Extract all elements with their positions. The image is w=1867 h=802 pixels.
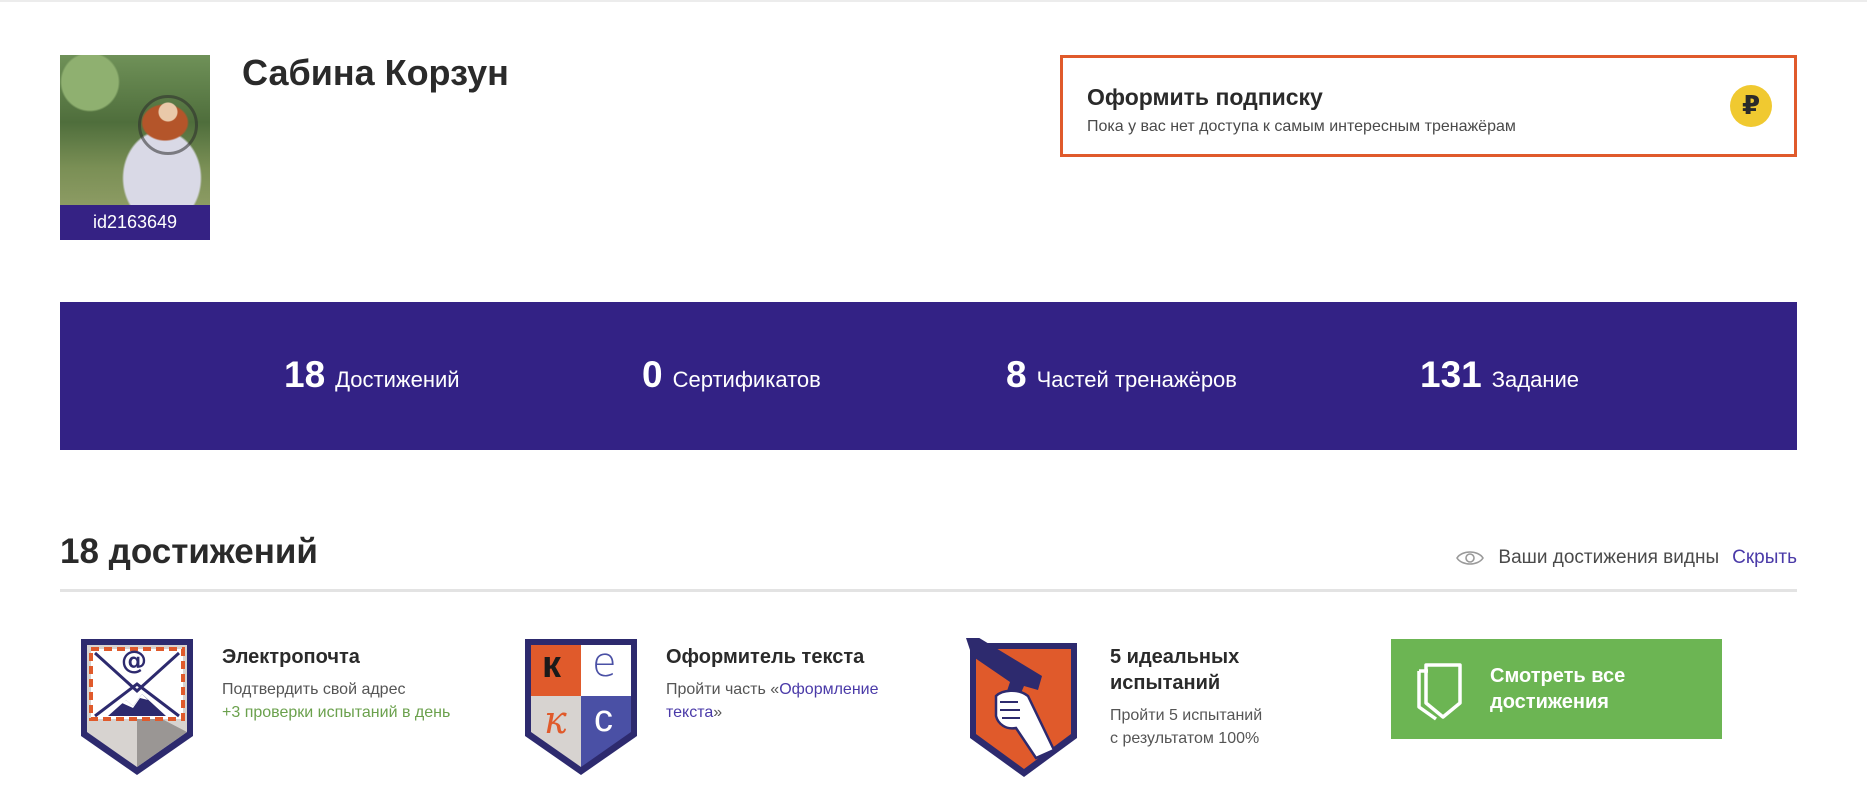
shield-badge-icon	[1417, 663, 1462, 721]
badge-letter: к	[542, 644, 562, 686]
hide-achievements-link[interactable]: Скрыть	[1732, 547, 1797, 569]
desc-prefix: Пройти часть «	[666, 681, 780, 698]
achievements-title: 18 достижений	[60, 532, 318, 571]
subscribe-description: Пока у вас нет доступа к самым интересны…	[1087, 118, 1516, 135]
avatar-photo	[60, 55, 210, 205]
stat-value: 131	[1420, 354, 1482, 395]
achievement-description: Пройти часть «Оформление текста»	[666, 678, 906, 724]
achievement-description: Пройти 5 испытаний с результатом 100%	[1110, 704, 1262, 750]
subscribe-title: Оформить подписку	[1087, 84, 1323, 110]
stat-label: Частей тренажёров	[1036, 367, 1237, 392]
see-all-achievements-button[interactable]: Смотреть все достижения	[1391, 639, 1722, 739]
see-all-line: Смотреть все	[1490, 665, 1626, 687]
stats-banner: 18 Достижений 0 Сертификатов 8 Частей трена…	[60, 302, 1797, 450]
achievement-bonus: +3 проверки испытаний в день	[222, 704, 451, 721]
achievement-name: 5 идеальных испытаний	[1110, 644, 1239, 696]
stat-value: 18	[284, 354, 326, 395]
achievement-name: Электропочта	[222, 646, 360, 668]
achievement-name: Оформитель текста	[666, 646, 865, 668]
stat-value: 0	[642, 354, 663, 395]
typography-kegs-badge-icon	[525, 639, 637, 775]
eye-icon	[1456, 551, 1485, 565]
subscribe-card[interactable]: Оформить подписку Пока у вас нет доступа…	[1060, 55, 1797, 157]
badge-letter: е	[592, 640, 617, 686]
avatar[interactable]: id2163649	[60, 55, 210, 240]
achievement-desc-line: Подтвердить свой адрес	[222, 681, 406, 698]
stat-label: Достижений	[335, 367, 460, 392]
hand-pistol-badge-icon	[966, 638, 1077, 777]
stat-tasks[interactable]: 131 Задание	[1420, 354, 1579, 396]
user-name: Сабина Корзун	[242, 52, 509, 93]
top-divider	[0, 0, 1867, 2]
achievement-description: Подтвердить свой адрес +3 проверки испыт…	[222, 678, 450, 724]
see-all-line: достижения	[1490, 691, 1609, 713]
achievements-divider	[60, 589, 1797, 592]
visibility-text: Ваши достижения видны	[1498, 547, 1720, 568]
badge-glyph-at: @	[121, 646, 147, 676]
achievement-desc-line: Пройти 5 испытаний	[1110, 707, 1263, 724]
achievements-visibility: Ваши достижения видны Скрыть	[1456, 547, 1797, 569]
stat-label: Сертификатов	[672, 367, 821, 392]
stat-value: 8	[1006, 354, 1027, 395]
badge-letter: с	[594, 698, 613, 740]
user-id-label: id2163649	[60, 205, 210, 240]
stat-certificates[interactable]: 0 Сертификатов	[642, 354, 821, 396]
ruble-coin-icon: ₽	[1730, 85, 1772, 127]
achievement-desc-line: с результатом 100%	[1110, 730, 1260, 747]
desc-suffix: »	[713, 704, 723, 721]
stat-achievements[interactable]: 18 Достижений	[284, 354, 460, 396]
achievement-name-line: испытаний	[1110, 672, 1221, 694]
stat-label: Задание	[1491, 367, 1580, 392]
achievement-name-line: 5 идеальных	[1110, 646, 1240, 668]
stat-trainer-parts[interactable]: 8 Частей тренажёров	[1006, 354, 1237, 396]
see-all-label: Смотреть все достижения	[1490, 663, 1625, 715]
badge-letter: к	[544, 698, 567, 742]
